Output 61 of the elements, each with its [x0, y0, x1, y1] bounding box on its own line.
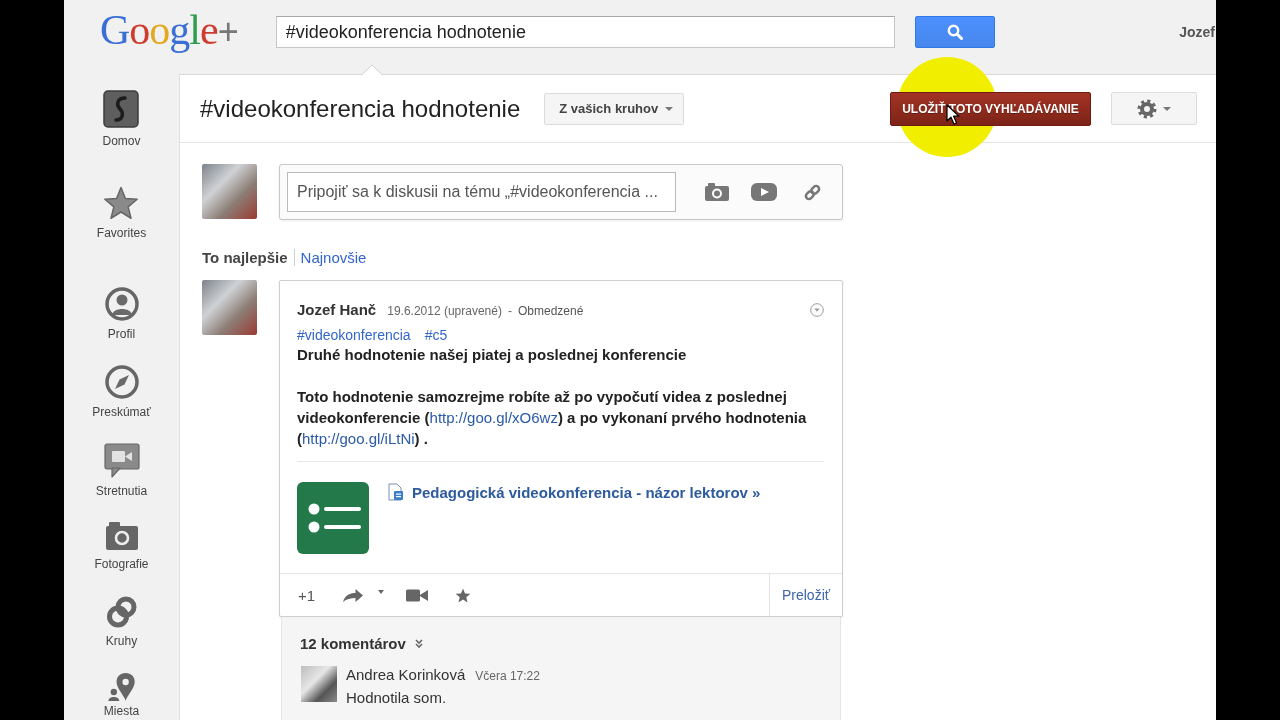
sidebar-item[interactable]: Miesta	[103, 672, 140, 718]
search-field[interactable]: #videokonferencia hodnotenie	[275, 16, 895, 48]
double-chevron-icon[interactable]	[414, 638, 423, 648]
star-icon[interactable]	[455, 587, 472, 603]
settings-button[interactable]	[1111, 92, 1197, 125]
search-button[interactable]	[914, 16, 995, 48]
attachment-link[interactable]: Pedagogická videokonferencia - názor lektorov »	[412, 483, 761, 501]
translate-button[interactable]: Preložiť	[768, 574, 842, 616]
caret-icon[interactable]	[378, 590, 385, 594]
avatar-photo	[202, 280, 257, 335]
play-button-icon[interactable]	[751, 183, 777, 201]
page-title: #videokonferencia hodnotenie	[200, 94, 521, 123]
post-body-text: Toto hodnotenie samozrejme robíte až po vypočutí videa z poslednej videokonferencie (http://goo.gl/xO6wz) a po vykonaní prvého hodnotenia (http://goo.gl/iLtNi) .	[297, 387, 808, 449]
gear-icon	[1137, 98, 1157, 119]
sidebar-item[interactable]: Favorites	[96, 186, 147, 240]
author-name[interactable]: Jozef Hanč	[297, 301, 377, 319]
comment-input[interactable]: Pripojiť sa k diskusii na tému „#videokonferencia ...	[287, 172, 676, 212]
post-link[interactable]: http://goo.gl/xO6wz	[429, 409, 558, 426]
list-tile-icon[interactable]	[297, 482, 369, 554]
meta-separator: -	[507, 303, 512, 320]
save-search-button[interactable]: ULOŽIŤ TOTO VYHĽADÁVANIE	[890, 91, 1091, 126]
video-bubble-icon	[103, 443, 140, 478]
person-circle-icon	[104, 287, 139, 321]
visibility-label: Obmedzené	[517, 303, 584, 320]
video-camera-icon[interactable]	[406, 588, 429, 602]
hashtag-link[interactable]: #c5	[424, 325, 448, 345]
sidebar-item[interactable]: Profil	[104, 287, 139, 341]
sidebar-item[interactable]: Fotografie	[94, 521, 149, 571]
camera-icon[interactable]	[705, 183, 729, 201]
sidebar-item[interactable]: Domov	[102, 90, 141, 148]
post-title: Druhé hodnotenie našej piatej a poslednej konferencie	[297, 345, 688, 365]
star-icon	[104, 186, 139, 220]
circles-icon	[105, 596, 138, 628]
avatar-photo	[301, 666, 337, 702]
avatar-photo	[202, 164, 257, 219]
share-arrow-icon[interactable]	[342, 587, 365, 603]
post-date: 19.6.2012 (upravené)	[387, 303, 502, 320]
caret-icon	[665, 106, 674, 111]
search-icon	[946, 24, 963, 40]
google-plus-logo[interactable]: Google+	[100, 7, 238, 55]
map-pin-icon	[105, 672, 138, 702]
user-name[interactable]: Jozef	[1179, 24, 1215, 40]
comment-count-toggle[interactable]: 12 komentárov	[300, 634, 406, 652]
link-icon[interactable]	[803, 182, 822, 202]
sidebar-item[interactable]: Preskúmať	[92, 365, 151, 419]
plus-one-button[interactable]: +1	[298, 586, 316, 604]
swirl-tile-icon	[103, 90, 140, 128]
camera-icon	[104, 521, 139, 551]
sort-tab[interactable]: To najlepšie	[202, 249, 288, 266]
sort-tab[interactable]: Najnovšie	[300, 249, 367, 266]
comment-time: Včera 17:22	[475, 668, 540, 685]
circles-filter-dropdown[interactable]: Z vašich kruhov	[544, 92, 685, 125]
post-link[interactable]: http://goo.gl/iLtNi	[302, 430, 415, 447]
sidebar-item[interactable]: Stretnutia	[95, 443, 148, 498]
comment-text: Hodnotila som.	[346, 689, 448, 707]
sidebar-item[interactable]: Kruhy	[105, 596, 138, 648]
caret-icon	[1163, 106, 1171, 111]
document-icon	[388, 483, 404, 501]
comment-author[interactable]: Andrea Korinková	[346, 666, 466, 684]
compass-icon	[104, 365, 139, 399]
hashtag-link[interactable]: #videokonferencia	[297, 325, 411, 345]
